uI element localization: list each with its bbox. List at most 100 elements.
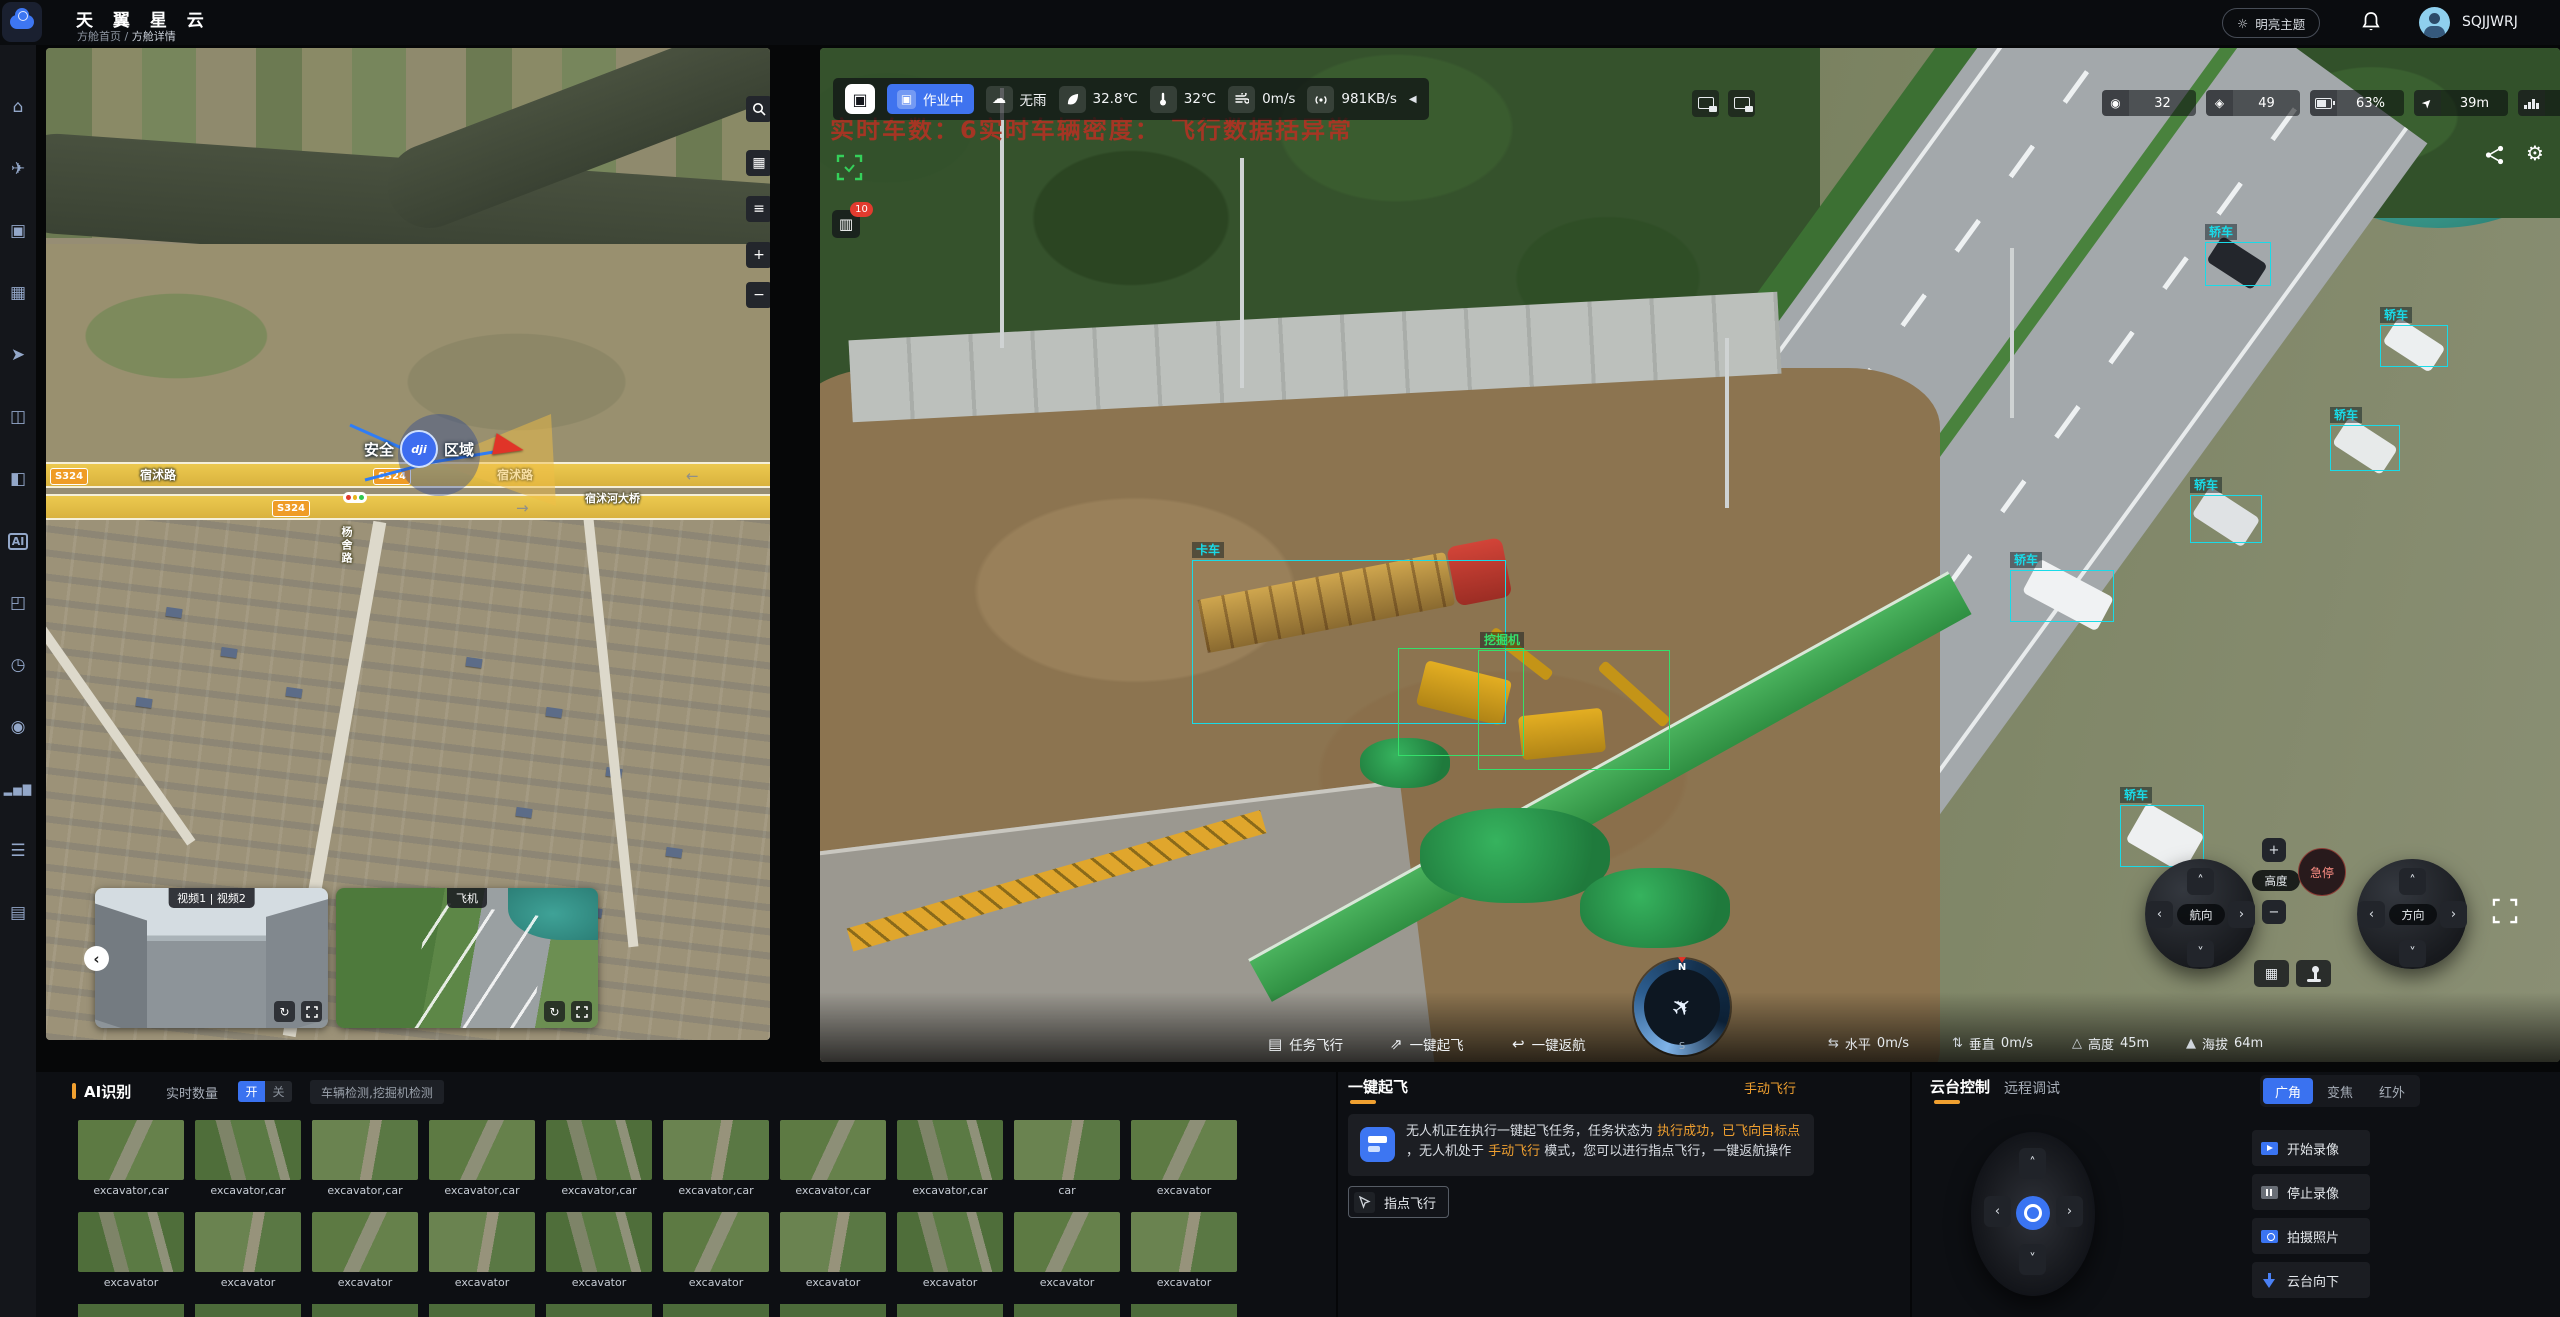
take-photo-button[interactable]: 拍摄照片 xyxy=(2252,1218,2370,1254)
breadcrumb-home[interactable]: 方舱首页 xyxy=(77,30,121,43)
lens-wide-tab[interactable]: 广角 xyxy=(2263,1078,2313,1104)
share-icon[interactable] xyxy=(2484,144,2506,170)
control-grid-button[interactable]: ▦ xyxy=(2254,960,2289,987)
lens-infrared-tab[interactable]: 红外 xyxy=(2367,1078,2417,1104)
fullscreen-icon[interactable] xyxy=(571,1001,592,1022)
one-key-return-button[interactable]: ↩ 一键返航 xyxy=(1512,1034,1586,1054)
ai-thumbnail[interactable] xyxy=(1014,1212,1120,1272)
ai-thumbnail[interactable] xyxy=(780,1212,886,1272)
aircraft-camera-thumbnail[interactable]: 飞机 ↻ xyxy=(336,888,598,1028)
map-grid-button[interactable]: ▦ xyxy=(746,150,770,176)
sidebar-item-analytics[interactable]: ▂▅▇ xyxy=(0,771,36,807)
ai-thumbnail[interactable] xyxy=(1131,1212,1237,1272)
sidebar-item-map-tiles[interactable]: ◫ xyxy=(0,399,36,435)
collapse-bar-icon[interactable]: ◀ xyxy=(1409,94,1417,105)
realtime-count-toggle[interactable]: 开 关 xyxy=(238,1081,292,1102)
direction-left-button[interactable]: ‹ xyxy=(2358,901,2385,928)
gimbal-left-button[interactable]: ‹ xyxy=(1984,1196,2011,1227)
drone-video-feed[interactable]: 实时车数：6实时车辆密度： 飞行数据括异常 ▣ ▣ 作业中 ☁ 无雨 32.8℃… xyxy=(820,48,2560,1062)
refresh-icon[interactable]: ↻ xyxy=(274,1001,295,1022)
ai-thumbnail[interactable] xyxy=(429,1212,535,1272)
sidebar-item-files[interactable]: ◰ xyxy=(0,585,36,621)
yaw-left-button[interactable]: ‹ xyxy=(2146,901,2173,928)
ai-thumbnail[interactable] xyxy=(78,1212,184,1272)
lens-zoom-tab[interactable]: 变焦 xyxy=(2315,1078,2365,1104)
toggle-on[interactable]: 开 xyxy=(238,1081,265,1102)
mission-flight-button[interactable]: ▤ 任务飞行 xyxy=(1268,1034,1343,1054)
sidebar-item-station[interactable]: ◧ xyxy=(0,461,36,497)
fullscreen-icon[interactable] xyxy=(301,1001,322,1022)
thumbnail-collapse-button[interactable]: ‹ xyxy=(84,946,109,971)
dock-mode-button[interactable]: ▣ xyxy=(845,84,875,114)
sidebar-item-devices[interactable]: ☰ xyxy=(0,833,36,869)
ai-thumbnail[interactable] xyxy=(78,1120,184,1180)
gimbal-tab-active[interactable]: 云台控制 xyxy=(1930,1076,1990,1097)
history-clock-icon: ◷ xyxy=(11,655,26,675)
ai-thumbnail[interactable] xyxy=(663,1212,769,1272)
direction-right-button[interactable]: › xyxy=(2440,901,2467,928)
ai-thumbnail[interactable] xyxy=(195,1120,301,1180)
map-zoom-out-button[interactable]: − xyxy=(746,282,770,308)
sidebar-item-home[interactable]: ⌂ xyxy=(0,89,36,125)
sidebar-item-ai[interactable]: AI xyxy=(0,523,36,559)
ai-thumbnail[interactable] xyxy=(429,1120,535,1180)
dock-camera-thumbnail[interactable]: 视频1 | 视频2 ↻ xyxy=(95,888,328,1028)
ai-thumbnail[interactable] xyxy=(663,1120,769,1180)
theme-toggle-button[interactable]: ☼ 明亮主题 xyxy=(2222,8,2320,38)
altitude-down-button[interactable]: − xyxy=(2262,900,2286,924)
sidebar-item-library[interactable]: ▤ xyxy=(0,895,36,931)
ai-thumbnail[interactable] xyxy=(780,1120,886,1180)
yaw-up-button[interactable]: ˄ xyxy=(2187,868,2214,895)
ai-thumbnail[interactable] xyxy=(312,1120,418,1180)
yaw-down-button[interactable]: ˅ xyxy=(2187,940,2214,967)
ai-thumbnail[interactable] xyxy=(1014,1120,1120,1180)
video-fullscreen-icon[interactable] xyxy=(2492,898,2518,928)
detection-filter-chip[interactable]: 车辆检测,挖掘机检测 xyxy=(310,1080,444,1104)
gimbal-tab-debug[interactable]: 远程调试 xyxy=(2004,1078,2060,1098)
map-layers-button[interactable]: ≡ xyxy=(746,196,770,222)
pip-toggle-icon[interactable] xyxy=(1728,90,1755,117)
stop-record-button[interactable]: 停止录像 xyxy=(2252,1174,2370,1210)
sidebar-item-history[interactable]: ◷ xyxy=(0,647,36,683)
gimbal-center-button[interactable] xyxy=(2016,1196,2050,1230)
yaw-right-button[interactable]: › xyxy=(2228,901,2255,928)
screen-capture-icon[interactable] xyxy=(836,154,863,185)
map-zoom-in-button[interactable]: + xyxy=(746,242,770,268)
emergency-stop-button[interactable]: 急停 xyxy=(2298,848,2346,896)
dji-drone-marker[interactable]: dji xyxy=(400,430,438,468)
notifications-bell-icon[interactable] xyxy=(2360,11,2382,33)
point-flight-button[interactable]: 指点飞行 xyxy=(1348,1186,1449,1218)
start-record-button[interactable]: 开始录像 xyxy=(2252,1130,2370,1166)
user-avatar[interactable] xyxy=(2419,7,2450,38)
direction-up-button[interactable]: ˄ xyxy=(2399,868,2426,895)
one-key-takeoff-button[interactable]: ⇗ 一键起飞 xyxy=(1390,1034,1464,1054)
ai-thumbnail[interactable] xyxy=(312,1212,418,1272)
gimbal-right-button[interactable]: › xyxy=(2056,1196,2083,1227)
direction-down-button[interactable]: ˅ xyxy=(2399,940,2426,967)
refresh-icon[interactable]: ↻ xyxy=(544,1001,565,1022)
thumbnail-label[interactable]: 视频1 | 视频2 xyxy=(168,888,255,908)
gimbal-down-button[interactable]: ˅ xyxy=(2019,1244,2046,1275)
gimbal-down-preset-button[interactable]: 云台向下 xyxy=(2252,1262,2370,1298)
sidebar-item-media[interactable]: ▦ xyxy=(0,275,36,311)
altitude-up-button[interactable]: + xyxy=(2262,838,2286,862)
settings-gear-icon[interactable]: ⚙ xyxy=(2526,141,2544,165)
ai-thumbnail[interactable] xyxy=(546,1212,652,1272)
thumbnail-label[interactable]: 飞机 xyxy=(447,888,487,908)
toggle-off[interactable]: 关 xyxy=(265,1081,292,1102)
ai-thumbnail[interactable] xyxy=(1131,1120,1237,1180)
sidebar-item-drone[interactable]: ✈ xyxy=(0,151,36,187)
ai-thumbnail[interactable] xyxy=(195,1212,301,1272)
ai-thumbnail[interactable] xyxy=(897,1212,1003,1272)
map-search-button[interactable] xyxy=(746,96,770,122)
gimbal-up-button[interactable]: ˄ xyxy=(2019,1148,2046,1179)
ai-thumbnail[interactable] xyxy=(546,1120,652,1180)
ai-thumbnail[interactable] xyxy=(897,1120,1003,1180)
sidebar-item-pilot[interactable]: ◉ xyxy=(0,709,36,745)
joystick-button[interactable] xyxy=(2296,960,2331,987)
sidebar-item-dock[interactable]: ▣ xyxy=(0,213,36,249)
satellite-map[interactable]: ← ← → S324 S324 S324 宿沭路 宿沭路 宿沭河大桥 杨舍路 安… xyxy=(46,48,770,1040)
sidebar-item-route[interactable]: ➤ xyxy=(0,337,36,373)
pip-swap-icon[interactable] xyxy=(1692,90,1719,117)
working-status-chip[interactable]: ▣ 作业中 xyxy=(887,84,974,114)
